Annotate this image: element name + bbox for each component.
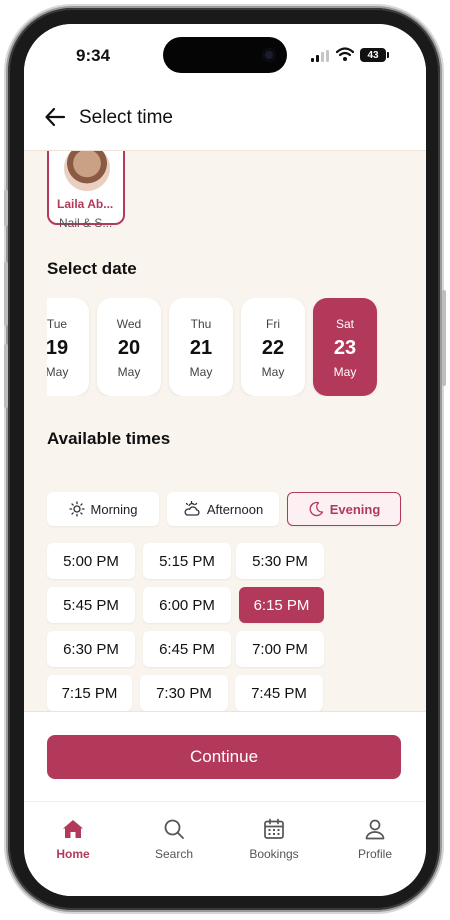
date-number: 19	[47, 337, 69, 359]
time-slot[interactable]: 6:45 PM	[143, 631, 231, 667]
date-day: Wed	[116, 317, 142, 331]
time-slot[interactable]: 7:15 PM	[47, 675, 132, 711]
date-number: 21	[189, 337, 213, 359]
volume-up-button	[4, 262, 8, 326]
tab-profile[interactable]: Profile	[330, 817, 420, 861]
tab-home[interactable]: Home	[28, 817, 118, 861]
date-day: Fri	[266, 317, 280, 331]
date-day: Tue	[47, 317, 68, 331]
time-slot-selected[interactable]: 6:15 PM	[239, 587, 324, 623]
staff-name: Laila Ab...	[57, 197, 114, 211]
bottom-tab-bar: Home Search Bookings Profile	[24, 801, 426, 896]
tab-afternoon-label: Afternoon	[206, 501, 264, 517]
time-slot[interactable]: 5:30 PM	[236, 543, 324, 579]
date-month: May	[47, 365, 69, 379]
date-month: May	[189, 365, 213, 379]
staff-card[interactable]: Laila Ab... Nail & S...	[47, 151, 125, 230]
time-slot[interactable]: 6:00 PM	[143, 587, 231, 623]
back-arrow-icon[interactable]	[44, 106, 66, 128]
time-slot[interactable]: 6:30 PM	[47, 631, 135, 667]
time-slot[interactable]: 7:45 PM	[235, 675, 323, 711]
time-slot[interactable]: 7:30 PM	[140, 675, 228, 711]
date-card-fri[interactable]: Fri 22 May	[241, 298, 305, 396]
partly-cloudy-icon	[184, 501, 200, 516]
time-slot[interactable]: 5:45 PM	[47, 587, 135, 623]
sun-icon	[68, 501, 85, 517]
date-number: 22	[261, 337, 285, 359]
date-strip[interactable]: Tue 19 May Wed 20 May Thu 21 May Fri 22 …	[47, 298, 426, 396]
main-content: Laila Ab... Nail & S... Select date Tue …	[24, 151, 426, 711]
time-slot[interactable]: 7:00 PM	[236, 631, 324, 667]
wifi-icon	[336, 47, 354, 61]
bottom-action-panel: Continue	[24, 711, 426, 802]
tab-search[interactable]: Search	[129, 817, 219, 861]
battery-icon: 43	[360, 48, 389, 62]
moon-icon	[309, 501, 323, 517]
calendar-icon	[264, 818, 284, 839]
tab-evening[interactable]: Evening	[287, 492, 401, 526]
tab-search-label: Search	[154, 847, 194, 861]
signal-icon	[311, 50, 329, 62]
date-card-tue[interactable]: Tue 19 May	[47, 298, 89, 396]
tab-home-label: Home	[56, 847, 90, 861]
tab-profile-label: Profile	[357, 847, 392, 861]
screen: 9:34 43 Select time Laila Ab... Nail & S…	[24, 24, 426, 896]
date-month: May	[333, 365, 357, 379]
status-time: 9:34	[76, 46, 111, 65]
tab-bookings[interactable]: Bookings	[229, 817, 319, 861]
camera-icon	[262, 48, 276, 62]
home-icon	[63, 820, 83, 838]
avatar	[64, 151, 110, 191]
date-card-wed[interactable]: Wed 20 May	[97, 298, 161, 396]
date-day: Thu	[190, 317, 212, 331]
search-icon	[164, 819, 184, 839]
tab-afternoon[interactable]: Afternoon	[167, 492, 279, 526]
continue-button[interactable]: Continue	[47, 735, 401, 779]
date-day: Sat	[335, 317, 354, 331]
header: Select time	[24, 84, 426, 151]
person-icon	[365, 819, 385, 840]
battery-level: 43	[367, 49, 379, 61]
date-number: 23	[333, 337, 357, 359]
available-times-title: Available times	[47, 429, 171, 448]
date-card-thu[interactable]: Thu 21 May	[169, 298, 233, 396]
time-slot[interactable]: 5:00 PM	[47, 543, 135, 579]
power-button	[442, 290, 446, 386]
tab-evening-label: Evening	[329, 501, 381, 517]
select-date-title: Select date	[47, 259, 137, 278]
date-month: May	[261, 365, 285, 379]
action-button	[4, 190, 8, 226]
staff-role: Nail & S...	[59, 216, 113, 230]
tab-bookings-label: Bookings	[249, 847, 299, 861]
status-bar: 9:34 43	[24, 24, 426, 84]
date-card-sat[interactable]: Sat 23 May	[313, 298, 377, 396]
tab-morning[interactable]: Morning	[47, 492, 159, 526]
volume-down-button	[4, 344, 8, 408]
date-month: May	[117, 365, 141, 379]
time-slot[interactable]: 5:15 PM	[143, 543, 231, 579]
tab-morning-label: Morning	[90, 501, 138, 517]
page-title: Select time	[79, 107, 173, 128]
date-number: 20	[117, 337, 141, 359]
